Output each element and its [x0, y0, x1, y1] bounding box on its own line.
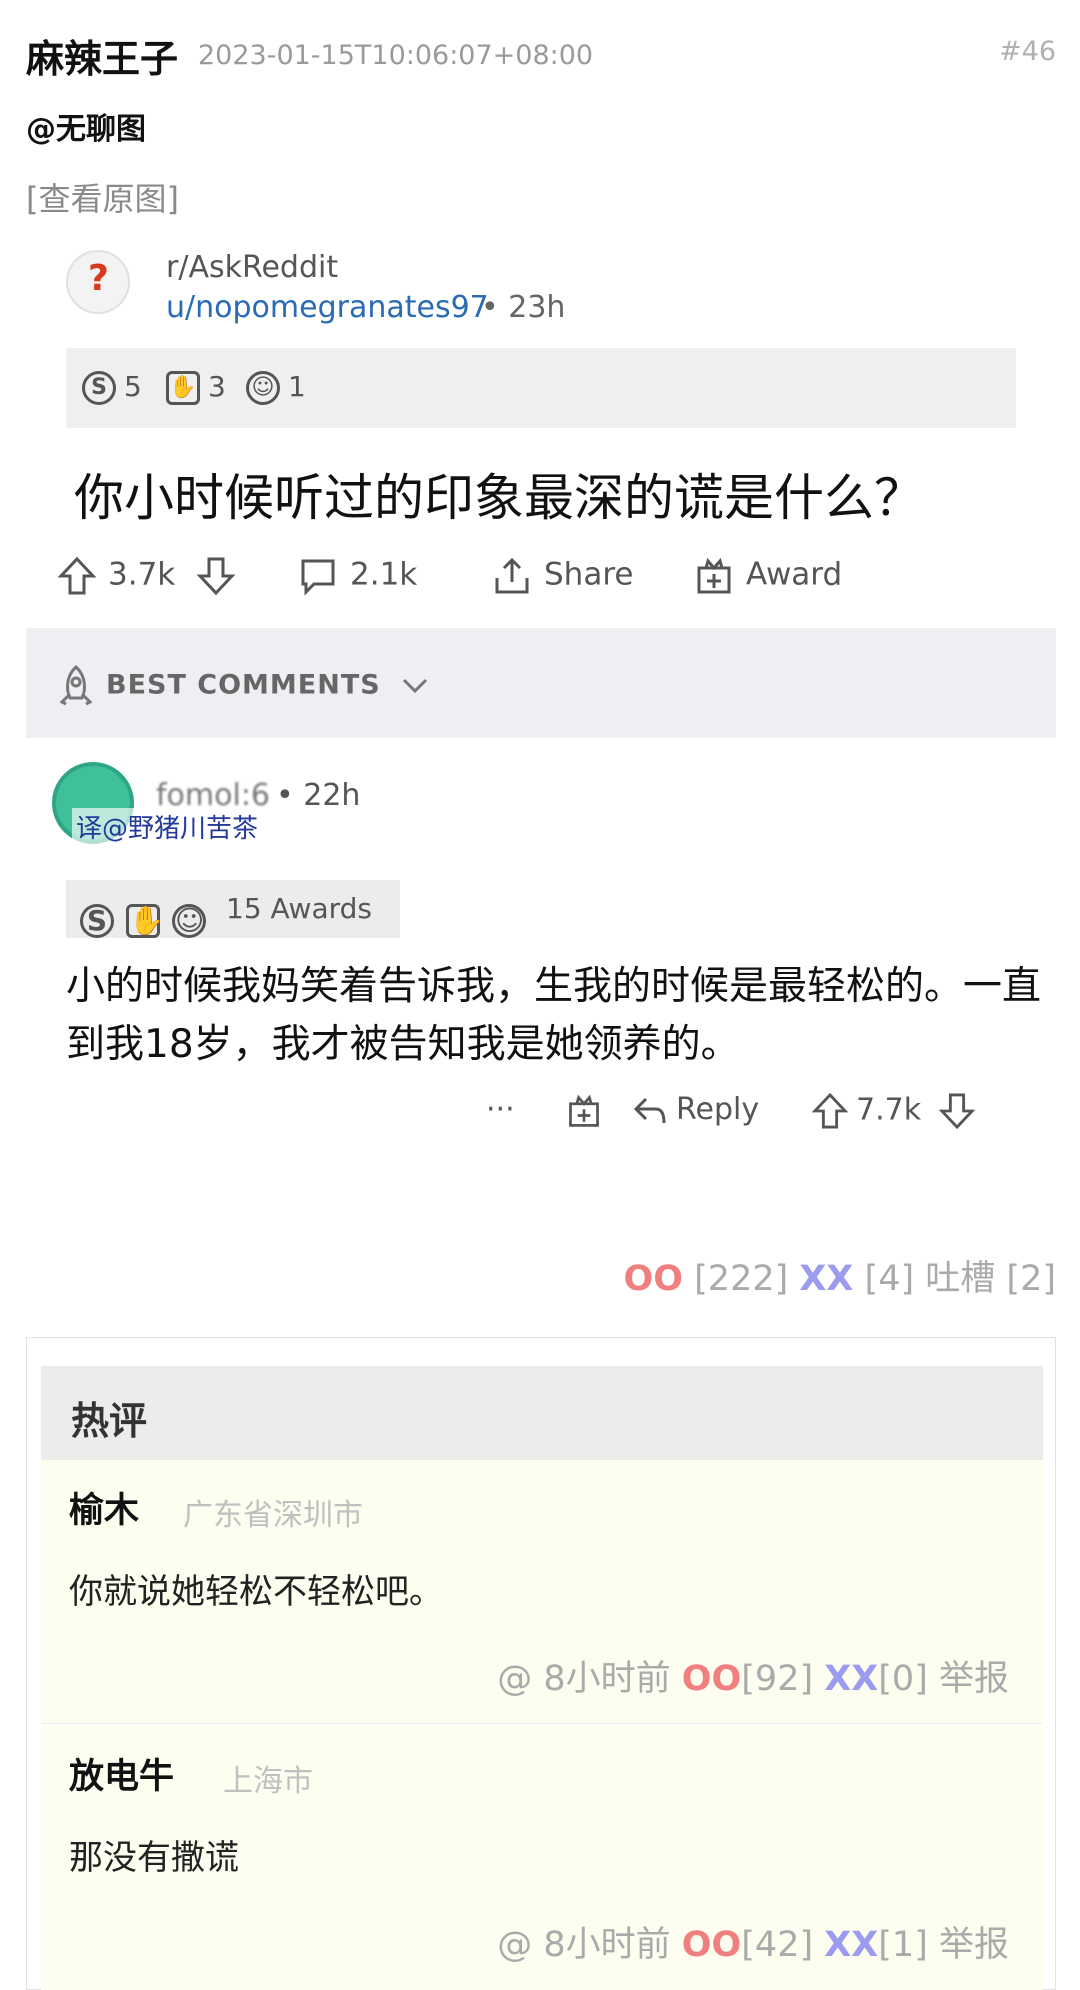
wholesome-award-icon: ☺ 1 — [246, 370, 306, 405]
hot-comment-time[interactable]: @ 8小时前 — [497, 1925, 670, 1965]
hot-comment-author[interactable]: 放电牛 — [69, 1748, 174, 1799]
tucao-button[interactable]: 吐槽 — [925, 1259, 995, 1299]
oo-count: [92] — [741, 1659, 814, 1699]
post-awards-bar: S5 ✋ 3 ☺ 1 — [66, 348, 1016, 428]
helpful-award-icon: ✋ 3 — [166, 370, 226, 405]
downvote-arrow-icon — [196, 557, 236, 596]
xx-button[interactable]: XX — [824, 1925, 878, 1965]
hot-comment-item: 榆木 广东省深圳市 你就说她轻松不轻松吧。 @ 8小时前 OO[92] XX[0… — [41, 1460, 1043, 1724]
xx-button[interactable]: XX — [799, 1259, 853, 1299]
comment-text: 小的时候我妈笑着告诉我，生我的时候是最轻松的。一直到我18岁，我才被告知我是她领… — [66, 964, 1042, 1067]
post-vote-line: OO [222] XX [4] 吐槽 [2] — [624, 1250, 1057, 1301]
hot-comments-header: 热评 — [41, 1366, 1043, 1460]
hot-comment-time[interactable]: @ 8小时前 — [497, 1659, 670, 1699]
post-user: u/nopomegranates97 — [166, 290, 489, 325]
post-author[interactable]: 麻辣王子 — [26, 28, 178, 83]
hot-comment-author[interactable]: 榆木 — [69, 1482, 139, 1533]
report-button[interactable]: 举报 — [939, 1925, 1009, 1965]
comment-awards: S ✋ ☺ 15 Awards — [66, 880, 400, 938]
hot-comment-location: 广东省深圳市 — [183, 1498, 363, 1533]
xx-count: [1] — [878, 1925, 928, 1965]
share-button: Share — [492, 556, 633, 596]
best-comments-bar: BEST COMMENTS — [26, 628, 1056, 738]
reply-arrow-icon — [633, 1097, 666, 1123]
comment-votes: 7.7k — [811, 1092, 983, 1130]
translator-watermark: 译@野猪川苦茶 — [72, 808, 263, 845]
comments-count: 2.1k — [298, 556, 417, 596]
comment-awards-count: 15 Awards — [226, 892, 372, 925]
gift-icon — [697, 557, 731, 594]
post-age: • 23h — [481, 290, 566, 325]
comment-age: • 22h — [276, 778, 361, 813]
hot-comment-meta: @ 8小时前 OO[42] XX[1] 举报 — [497, 1916, 1009, 1967]
post-number[interactable]: #46 — [999, 36, 1056, 67]
oo-count: [222] — [694, 1259, 789, 1299]
comment-gift-icon — [566, 1092, 610, 1130]
hot-comment-meta: @ 8小时前 OO[92] XX[0] 举报 — [497, 1650, 1009, 1701]
reply-button: Reply — [632, 1092, 759, 1129]
award-button: Award — [694, 556, 842, 596]
upvote-group: 3.7k — [57, 556, 247, 596]
oo-button[interactable]: OO — [624, 1259, 684, 1299]
hot-comment-text: 那没有撒谎 — [69, 1838, 239, 1878]
upvote-arrow-icon — [57, 556, 97, 595]
oo-button[interactable]: OO — [682, 1659, 742, 1699]
oo-button[interactable]: OO — [682, 1925, 742, 1965]
hot-comment-item: 放电牛 上海市 那没有撒谎 @ 8小时前 OO[42] XX[1] 举报 — [41, 1726, 1043, 1990]
xx-count: [4] — [864, 1259, 915, 1299]
share-icon — [495, 557, 529, 594]
more-options-icon: ··· — [486, 1092, 515, 1127]
silver-coin-icon: S5 — [82, 370, 142, 405]
post-action-row: 3.7k 2.1k Share Award — [57, 550, 1048, 610]
rocket-icon — [59, 664, 93, 706]
hot-comments-panel: 热评 榆木 广东省深圳市 你就说她轻松不轻松吧。 @ 8小时前 OO[92] X… — [26, 1337, 1056, 1990]
tucao-count: [2] — [1006, 1259, 1056, 1299]
xx-button[interactable]: XX — [824, 1659, 878, 1699]
hot-comment-location: 上海市 — [223, 1764, 313, 1799]
hot-comment-text: 你就说她轻松不轻松吧。 — [69, 1572, 443, 1612]
post-header: 麻辣王子 2023-01-15T10:06:07+08:00 #46 — [26, 24, 1056, 83]
reddit-screenshot: ? r/AskReddit u/nopomegranates97 • 23h S… — [26, 230, 1056, 1180]
oo-count: [42] — [741, 1925, 814, 1965]
post-question: 你小时候听过的印象最深的谎是什么？ — [74, 469, 924, 527]
view-original-link[interactable]: [查看原图] — [26, 174, 179, 220]
report-button[interactable]: 举报 — [939, 1659, 1009, 1699]
downvote-arrow-icon — [938, 1093, 976, 1130]
upvote-arrow-icon — [811, 1092, 849, 1129]
comment-bubble-icon — [301, 559, 335, 596]
hot-comments-title: 热评 — [71, 1399, 148, 1443]
subreddit-name: r/AskReddit — [166, 250, 339, 285]
comment-actions: ··· Reply 7.7k — [486, 1092, 1046, 1148]
chevron-down-icon — [403, 678, 428, 694]
mention-tag[interactable]: @无聊图 — [26, 104, 146, 148]
subreddit-avatar-icon: ? — [66, 250, 130, 314]
post-timestamp: 2023-01-15T10:06:07+08:00 — [198, 40, 594, 71]
best-comments-sort: BEST COMMENTS — [56, 664, 439, 708]
xx-count: [0] — [878, 1659, 928, 1699]
